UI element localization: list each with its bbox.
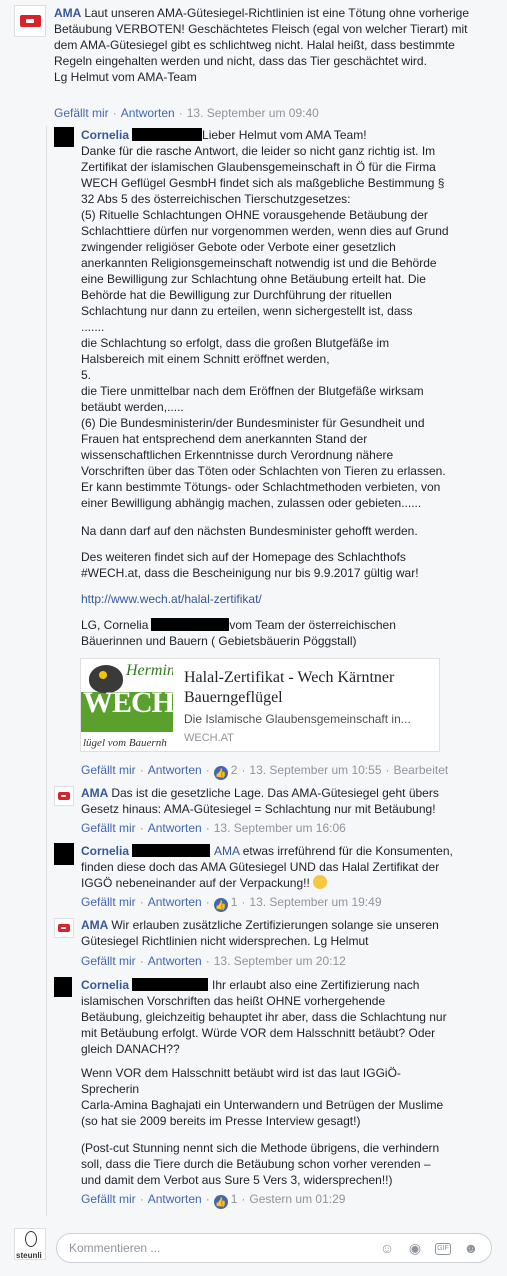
comment-actions: Gefällt mir · Antworten · 13. September um 1…: [81, 821, 346, 835]
comment-paragraph: Wenn VOR dem Halsschnitt betäubt wird is…: [81, 1066, 444, 1128]
like-count-icon: 👍: [213, 766, 228, 780]
like-count[interactable]: 2: [231, 763, 238, 777]
comment-author[interactable]: Cornelia: [81, 128, 129, 142]
comment-cornelia-1: Cornelia Lieber Helmut vom AMA Team! Dank…: [81, 128, 449, 510]
like-count[interactable]: 1: [231, 895, 238, 909]
timestamp[interactable]: Gestern um 01:29: [249, 1192, 345, 1206]
comment-link[interactable]: http://www.wech.at/halal-zertifikat/: [81, 591, 501, 607]
comment-actions: Gefällt mir · Antworten · 13. September um 0…: [54, 106, 319, 120]
comment-actions: Gefällt mir · Antworten · 👍 2 · 13. September u…: [81, 763, 449, 780]
comment-author[interactable]: Cornelia: [81, 978, 129, 992]
link-preview-image: Hermin WECH lügel vom Bauernh: [81, 659, 173, 751]
link-preview-title[interactable]: Halal-Zertifikat - Wech Kärntner Bauerng…: [184, 668, 434, 708]
comment-actions: Gefällt mir · Antworten · 13. September um 2…: [81, 954, 346, 968]
ama-avatar[interactable]: [14, 5, 46, 37]
comment-author[interactable]: AMA: [81, 918, 108, 932]
like-link[interactable]: Gefällt mir: [81, 954, 136, 968]
edited-label[interactable]: Bearbeitet: [394, 763, 449, 777]
emoji-icon[interactable]: ☺: [379, 1240, 395, 1256]
cornelia-avatar[interactable]: [54, 977, 72, 997]
thinking-emoji-icon: [313, 875, 328, 889]
comment-paragraph: (Post-cut Stunning nennt sich die Method…: [81, 1141, 440, 1187]
comment-composer[interactable]: Kommentieren ... ☺ ◉ GIF ☻: [56, 1233, 492, 1263]
like-count-icon: 👍: [213, 1195, 228, 1209]
comment-author[interactable]: AMA: [54, 6, 81, 20]
link-preview-domain: WECH.AT: [184, 732, 234, 744]
comment-text: Laut unseren AMA-Gütesiegel-Richtlinien …: [54, 6, 470, 68]
timestamp[interactable]: 13. September um 16:06: [214, 821, 346, 835]
link-preview-card[interactable]: Hermin WECH lügel vom Bauernh Halal-Zert…: [80, 658, 440, 752]
comment-input[interactable]: Kommentieren ...: [69, 1240, 160, 1256]
redacted-name: [132, 978, 209, 991]
gif-icon[interactable]: GIF: [435, 1243, 451, 1255]
comment-actions: Gefällt mir · Antworten · 👍 1 · 13. September u…: [81, 895, 382, 912]
ama-avatar[interactable]: [54, 786, 74, 806]
camera-icon[interactable]: ◉: [407, 1240, 423, 1256]
sticker-icon[interactable]: ☻: [463, 1240, 479, 1256]
reply-link[interactable]: Antworten: [148, 1192, 202, 1206]
comment-thread: AMA Laut unseren AMA-Gütesiegel-Richtlini…: [0, 0, 507, 1276]
comment-actions: Gefällt mir · Antworten · 👍 1 · Gestern um 01:2…: [81, 1192, 346, 1209]
comment-signature: Lg Helmut vom AMA-Team: [54, 70, 197, 84]
cornelia-avatar[interactable]: [54, 843, 74, 865]
reply-thread-line: [46, 126, 47, 1216]
ama-logo-icon: [57, 792, 71, 800]
like-link[interactable]: Gefällt mir: [81, 763, 136, 777]
like-count[interactable]: 1: [231, 1192, 238, 1206]
comment-ama-1: AMA Laut unseren AMA-Gütesiegel-Richtlini…: [54, 5, 494, 85]
mention-tag[interactable]: AMA: [214, 844, 239, 858]
reply-link[interactable]: Antworten: [148, 763, 202, 777]
redacted-name: [132, 128, 203, 141]
comment-cornelia-2: Cornelia AMA etwas irreführend für die Ko…: [81, 844, 453, 890]
timestamp[interactable]: 13. September um 09:40: [187, 106, 319, 120]
reply-link[interactable]: Antworten: [121, 106, 175, 120]
ama-logo-icon: [19, 15, 41, 27]
ama-logo-icon: [57, 924, 71, 932]
redacted-name: [132, 844, 211, 857]
link-preview-description: Die Islamische Glaubensgemeinschaft in..…: [184, 712, 411, 726]
redacted-name: [151, 618, 230, 631]
user-avatar[interactable]: steunli: [14, 1228, 46, 1260]
comment-paragraph: Na dann darf auf den nächsten Bundesmini…: [81, 524, 418, 538]
comment-author[interactable]: AMA: [81, 786, 108, 800]
like-link[interactable]: Gefällt mir: [81, 895, 136, 909]
reply-link[interactable]: Antworten: [148, 895, 202, 909]
comment-cornelia-3: Cornelia Ihr erlaubt also eine Zertifizie…: [81, 978, 447, 1056]
like-count-icon: 👍: [213, 898, 228, 912]
comment-author[interactable]: Cornelia: [81, 844, 129, 858]
like-link[interactable]: Gefällt mir: [54, 106, 109, 120]
reply-link[interactable]: Antworten: [148, 954, 202, 968]
ama-avatar[interactable]: [54, 918, 74, 938]
comment-ama-2: AMA Das ist die gesetzliche Lage. Das AMA…: [81, 786, 439, 816]
timestamp[interactable]: 13. September um 10:55: [249, 763, 381, 777]
comment-ama-3: AMA Wir erlauben zusätzliche Zertifizieru…: [81, 918, 439, 948]
comment-signature: LG, Cornelia vom Team der österreichische…: [81, 618, 396, 648]
like-link[interactable]: Gefällt mir: [81, 821, 136, 835]
reply-link[interactable]: Antworten: [148, 821, 202, 835]
comment-paragraph: Des weiteren findet sich auf der Homepag…: [81, 550, 419, 580]
timestamp[interactable]: 13. September um 19:49: [249, 895, 381, 909]
like-link[interactable]: Gefällt mir: [81, 1192, 136, 1206]
timestamp[interactable]: 13. September um 20:12: [214, 954, 346, 968]
cornelia-avatar[interactable]: [54, 127, 74, 147]
